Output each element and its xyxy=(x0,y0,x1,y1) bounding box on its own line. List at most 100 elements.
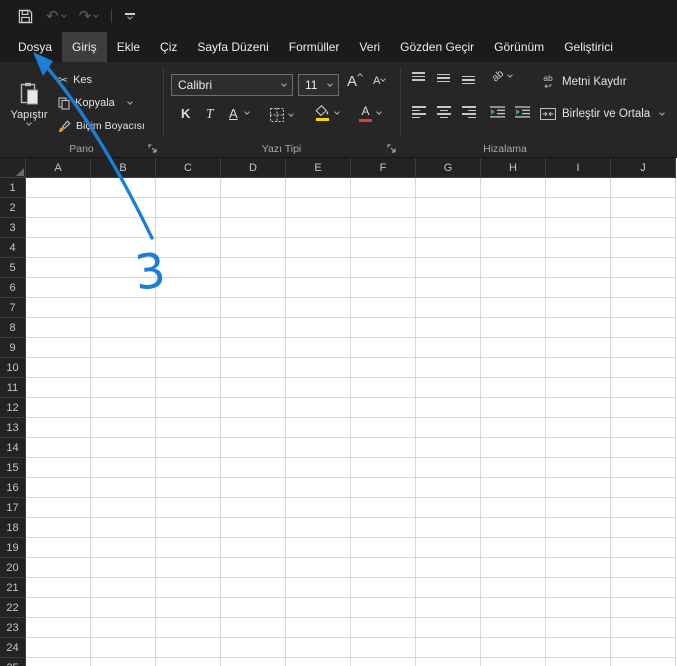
cell-H24[interactable] xyxy=(481,638,546,658)
cell-E13[interactable] xyxy=(286,418,351,438)
cell-I7[interactable] xyxy=(546,298,611,318)
row-header-1[interactable]: 1 xyxy=(0,178,26,198)
paste-button[interactable]: Yapıştır xyxy=(5,66,53,140)
cell-C23[interactable] xyxy=(156,618,221,638)
cell-C6[interactable] xyxy=(156,278,221,298)
copy-button[interactable]: Kopyala xyxy=(58,93,133,113)
cell-A1[interactable] xyxy=(26,178,91,198)
cell-B19[interactable] xyxy=(91,538,156,558)
cell-B22[interactable] xyxy=(91,598,156,618)
row-header-10[interactable]: 10 xyxy=(0,358,26,378)
cell-H21[interactable] xyxy=(481,578,546,598)
cell-B7[interactable] xyxy=(91,298,156,318)
cell-B17[interactable] xyxy=(91,498,156,518)
cell-D10[interactable] xyxy=(221,358,286,378)
cell-A11[interactable] xyxy=(26,378,91,398)
cell-A24[interactable] xyxy=(26,638,91,658)
cell-B18[interactable] xyxy=(91,518,156,538)
row-header-13[interactable]: 13 xyxy=(0,418,26,438)
cell-A17[interactable] xyxy=(26,498,91,518)
cell-G7[interactable] xyxy=(416,298,481,318)
tab-giriş[interactable]: Giriş xyxy=(62,32,107,62)
cell-G8[interactable] xyxy=(416,318,481,338)
cell-A9[interactable] xyxy=(26,338,91,358)
cell-G5[interactable] xyxy=(416,258,481,278)
row-header-25[interactable]: 25 xyxy=(0,658,26,666)
cell-D8[interactable] xyxy=(221,318,286,338)
row-header-21[interactable]: 21 xyxy=(0,578,26,598)
cell-F10[interactable] xyxy=(351,358,416,378)
cell-I23[interactable] xyxy=(546,618,611,638)
cell-F13[interactable] xyxy=(351,418,416,438)
font-name-combobox[interactable]: Calibri xyxy=(171,74,293,96)
cell-H20[interactable] xyxy=(481,558,546,578)
row-header-14[interactable]: 14 xyxy=(0,438,26,458)
cell-G10[interactable] xyxy=(416,358,481,378)
cell-E6[interactable] xyxy=(286,278,351,298)
cell-G23[interactable] xyxy=(416,618,481,638)
dialog-launcher-icon[interactable] xyxy=(387,144,396,153)
cell-J6[interactable] xyxy=(611,278,676,298)
cell-I14[interactable] xyxy=(546,438,611,458)
row-header-12[interactable]: 12 xyxy=(0,398,26,418)
cell-C3[interactable] xyxy=(156,218,221,238)
underline-button[interactable]: A xyxy=(229,106,250,121)
cell-C19[interactable] xyxy=(156,538,221,558)
cell-D18[interactable] xyxy=(221,518,286,538)
cell-C5[interactable] xyxy=(156,258,221,278)
cell-A12[interactable] xyxy=(26,398,91,418)
cell-F4[interactable] xyxy=(351,238,416,258)
cell-H10[interactable] xyxy=(481,358,546,378)
align-middle-button[interactable] xyxy=(437,72,450,84)
cell-F17[interactable] xyxy=(351,498,416,518)
cell-E2[interactable] xyxy=(286,198,351,218)
cell-F9[interactable] xyxy=(351,338,416,358)
cell-I24[interactable] xyxy=(546,638,611,658)
cell-I20[interactable] xyxy=(546,558,611,578)
cell-E12[interactable] xyxy=(286,398,351,418)
cell-I5[interactable] xyxy=(546,258,611,278)
cell-B23[interactable] xyxy=(91,618,156,638)
cell-G1[interactable] xyxy=(416,178,481,198)
cell-H3[interactable] xyxy=(481,218,546,238)
row-header-16[interactable]: 16 xyxy=(0,478,26,498)
fill-color-button[interactable] xyxy=(315,105,340,121)
cell-D13[interactable] xyxy=(221,418,286,438)
cell-H2[interactable] xyxy=(481,198,546,218)
cell-C1[interactable] xyxy=(156,178,221,198)
cell-G2[interactable] xyxy=(416,198,481,218)
cell-A3[interactable] xyxy=(26,218,91,238)
cell-J21[interactable] xyxy=(611,578,676,598)
row-header-2[interactable]: 2 xyxy=(0,198,26,218)
tab-sayfa-düzeni[interactable]: Sayfa Düzeni xyxy=(187,32,278,62)
cell-G15[interactable] xyxy=(416,458,481,478)
align-right-button[interactable] xyxy=(462,106,476,118)
cell-C25[interactable] xyxy=(156,658,221,666)
cell-C14[interactable] xyxy=(156,438,221,458)
cell-I15[interactable] xyxy=(546,458,611,478)
cell-J14[interactable] xyxy=(611,438,676,458)
column-header-D[interactable]: D xyxy=(221,158,286,178)
cell-F21[interactable] xyxy=(351,578,416,598)
borders-button[interactable] xyxy=(270,108,294,122)
cell-J10[interactable] xyxy=(611,358,676,378)
tab-görünüm[interactable]: Görünüm xyxy=(484,32,554,62)
cell-E20[interactable] xyxy=(286,558,351,578)
cell-E10[interactable] xyxy=(286,358,351,378)
cell-F1[interactable] xyxy=(351,178,416,198)
cell-B11[interactable] xyxy=(91,378,156,398)
cell-J20[interactable] xyxy=(611,558,676,578)
cell-E18[interactable] xyxy=(286,518,351,538)
cell-D7[interactable] xyxy=(221,298,286,318)
cell-C4[interactable] xyxy=(156,238,221,258)
cell-C21[interactable] xyxy=(156,578,221,598)
cell-D9[interactable] xyxy=(221,338,286,358)
cell-J12[interactable] xyxy=(611,398,676,418)
cell-H19[interactable] xyxy=(481,538,546,558)
cell-F7[interactable] xyxy=(351,298,416,318)
cell-J25[interactable] xyxy=(611,658,676,666)
column-header-I[interactable]: I xyxy=(546,158,611,178)
cell-C8[interactable] xyxy=(156,318,221,338)
cell-B25[interactable] xyxy=(91,658,156,666)
cell-J23[interactable] xyxy=(611,618,676,638)
